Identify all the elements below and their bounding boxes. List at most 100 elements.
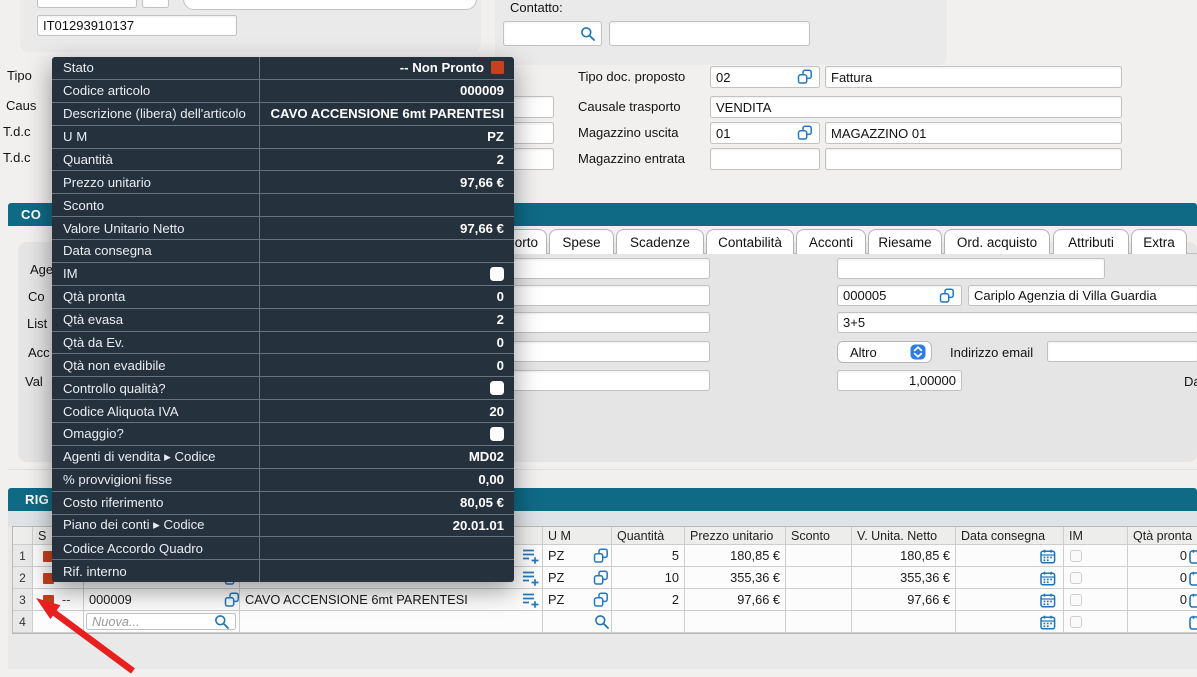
grid-cell-um[interactable]: PZ <box>543 589 612 611</box>
doc-row-wide-field[interactable]: VENDITA <box>710 96 1122 118</box>
checkbox-icon[interactable] <box>1070 616 1082 628</box>
insert-rows-icon[interactable] <box>521 570 539 586</box>
grid-cell-data-consegna[interactable] <box>956 611 1064 633</box>
cond-left-stub-field[interactable] <box>505 285 710 306</box>
vat-field[interactable]: IT01293910137 <box>37 15 237 36</box>
grid-cell-price[interactable]: 97,66 € <box>685 589 786 611</box>
grid-cell-qta-pronta[interactable] <box>1128 611 1197 633</box>
doc-row-code-field[interactable] <box>710 148 820 170</box>
clipped-calendar-icon[interactable] <box>1189 549 1197 565</box>
grid-row-number[interactable]: 1 <box>13 545 33 567</box>
grid-cell-qta-pronta[interactable]: 0 <box>1128 589 1197 611</box>
calendar-icon[interactable] <box>1040 549 1056 564</box>
top-cut-field-2[interactable] <box>142 0 169 8</box>
contact-name-field[interactable] <box>609 21 810 46</box>
link-icon[interactable] <box>797 69 814 85</box>
inspector-row-value: 0 <box>260 332 514 354</box>
grid-cell-sconto[interactable] <box>786 545 852 567</box>
doc-row-name-field[interactable]: Fattura <box>825 66 1122 88</box>
grid-cell-im[interactable] <box>1064 589 1128 611</box>
grid-cell-net[interactable] <box>852 611 956 633</box>
grid-cell-net[interactable]: 355,36 € <box>852 567 956 589</box>
grid-cell-net[interactable]: 180,85 € <box>852 545 956 567</box>
checkbox-icon[interactable] <box>1070 594 1082 606</box>
email-field[interactable] <box>1047 341 1197 362</box>
link-icon[interactable] <box>224 592 241 608</box>
cond-left-stub-field[interactable] <box>505 341 710 362</box>
grid-cell-im[interactable] <box>1064 567 1128 589</box>
search-icon[interactable] <box>214 614 230 630</box>
grid-cell-price[interactable]: 180,85 € <box>685 545 786 567</box>
grid-cell-um[interactable]: PZ <box>543 545 612 567</box>
search-icon[interactable] <box>580 26 596 42</box>
grid-cell-sconto[interactable] <box>786 611 852 633</box>
inspector-row-value: CAVO ACCENSIONE 6mt PARENTESI <box>260 103 514 125</box>
cond-left-stub-field[interactable] <box>505 370 710 391</box>
tab-acconti[interactable]: Acconti <box>796 229 866 254</box>
tab-ord-acquisto[interactable]: Ord. acquisto <box>944 229 1050 254</box>
insert-rows-icon[interactable] <box>521 548 539 564</box>
grid-cell-im[interactable] <box>1064 545 1128 567</box>
grid-cell-data-consegna[interactable] <box>956 589 1064 611</box>
grid-cell-um[interactable] <box>543 611 612 633</box>
cond-left-stub-field[interactable] <box>505 258 710 279</box>
inspector-row-label: Controllo qualità? <box>52 377 260 399</box>
doc-row-code-field[interactable]: 02 <box>710 66 820 88</box>
grid-cell-sconto[interactable] <box>786 567 852 589</box>
bank-name-field[interactable]: Cariplo Agenzia di Villa Guardia <box>968 285 1197 306</box>
grid-cell-qta-pronta[interactable]: 0 <box>1128 567 1197 589</box>
stepper-icon[interactable] <box>910 344 926 360</box>
n-prev-field[interactable] <box>837 258 1105 279</box>
exchange-field[interactable]: 1,00000 <box>837 370 962 391</box>
grid-cell-qty[interactable] <box>612 611 685 633</box>
tab-scadenze[interactable]: Scadenze <box>616 229 704 254</box>
tab-spese[interactable]: Spese <box>549 229 614 254</box>
tab-attributi[interactable]: Attributi <box>1053 229 1129 254</box>
grid-cell-sconto[interactable] <box>786 589 852 611</box>
doc-row-code-field[interactable]: 01 <box>710 122 820 144</box>
tab-contabilit-[interactable]: Contabilità <box>706 229 794 254</box>
grid-cell-desc[interactable]: CAVO ACCENSIONE 6mt PARENTESI <box>240 589 543 611</box>
grid-cell-qty[interactable]: 5 <box>612 545 685 567</box>
calendar-icon[interactable] <box>1040 593 1056 608</box>
insert-rows-icon[interactable] <box>521 592 539 608</box>
grid-cell-price[interactable] <box>685 611 786 633</box>
doc-row-label: Magazzino uscita <box>578 125 678 140</box>
checkbox-icon[interactable] <box>1070 572 1082 584</box>
cond-left-stub-field[interactable] <box>505 312 710 333</box>
link-icon[interactable] <box>797 125 814 141</box>
tab-riesame[interactable]: Riesame <box>868 229 942 254</box>
doc-row-name-field[interactable]: MAGAZZINO 01 <box>825 122 1122 144</box>
grid-cell-net[interactable]: 97,66 € <box>852 589 956 611</box>
grid-cell-qty[interactable]: 10 <box>612 567 685 589</box>
grid-row-number[interactable]: 2 <box>13 567 33 589</box>
grid-cell-qty[interactable]: 2 <box>612 589 685 611</box>
grid-cell-price[interactable]: 355,36 € <box>685 567 786 589</box>
global-discount-field[interactable]: 3+5 <box>837 312 1197 333</box>
grid-cell-qta-pronta[interactable]: 0 <box>1128 545 1197 567</box>
doc-row-name-field[interactable] <box>825 148 1122 170</box>
calendar-icon[interactable] <box>1040 571 1056 586</box>
inspector-row-label: % provvigioni fisse <box>52 469 260 491</box>
checkbox-icon[interactable] <box>1070 550 1082 562</box>
top-cut-field-1[interactable] <box>37 0 137 8</box>
link-icon[interactable] <box>593 570 610 586</box>
clipped-calendar-icon[interactable] <box>1189 571 1197 587</box>
grid-cell-desc[interactable] <box>240 611 543 633</box>
grid-cell-um[interactable]: PZ <box>543 567 612 589</box>
tab-extra[interactable]: Extra <box>1131 229 1187 254</box>
link-icon[interactable] <box>593 592 610 608</box>
clipped-calendar-icon[interactable] <box>1189 615 1197 631</box>
contact-search-field[interactable] <box>503 21 602 46</box>
grid-cell-data-consegna[interactable] <box>956 545 1064 567</box>
grid-cell-data-consegna[interactable] <box>956 567 1064 589</box>
calendar-icon[interactable] <box>1040 615 1056 630</box>
grid-cell-im[interactable] <box>1064 611 1128 633</box>
clipped-calendar-icon[interactable] <box>1189 593 1197 609</box>
link-icon[interactable] <box>593 548 610 564</box>
link-icon[interactable] <box>939 288 956 304</box>
bank-code-field[interactable]: 000005 <box>837 285 962 306</box>
top-cut-search-pill[interactable] <box>183 0 477 10</box>
send-mode-popup[interactable]: Altro <box>837 341 932 363</box>
search-icon[interactable] <box>594 614 610 630</box>
